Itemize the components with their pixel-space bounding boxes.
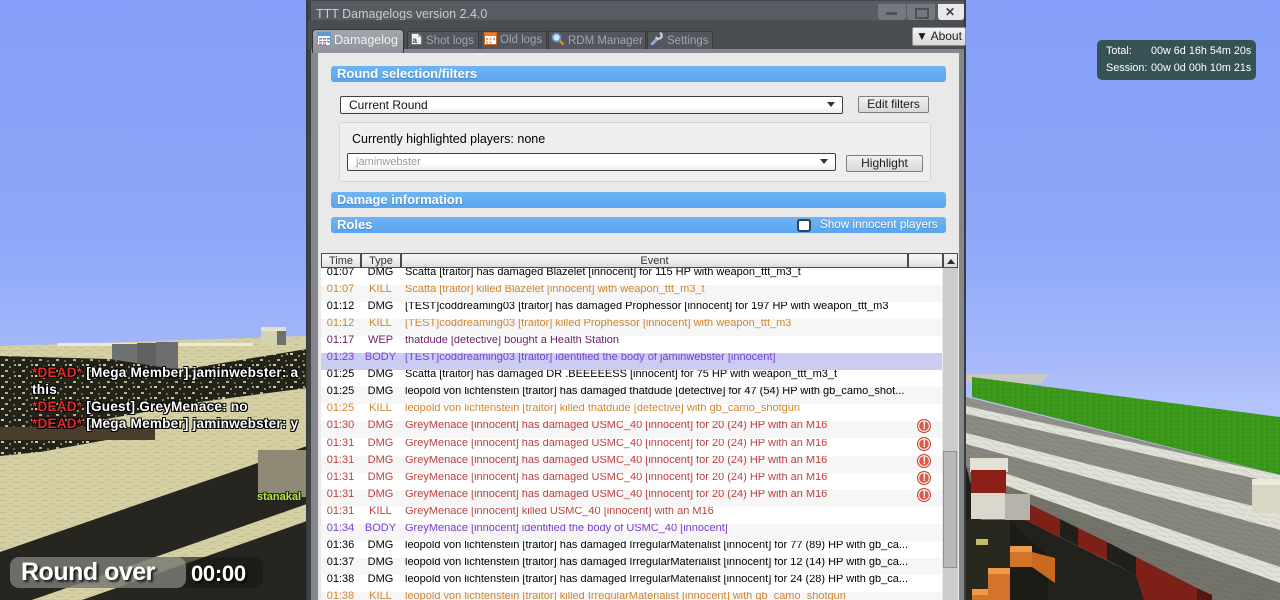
svg-text:a: a [413,36,418,45]
